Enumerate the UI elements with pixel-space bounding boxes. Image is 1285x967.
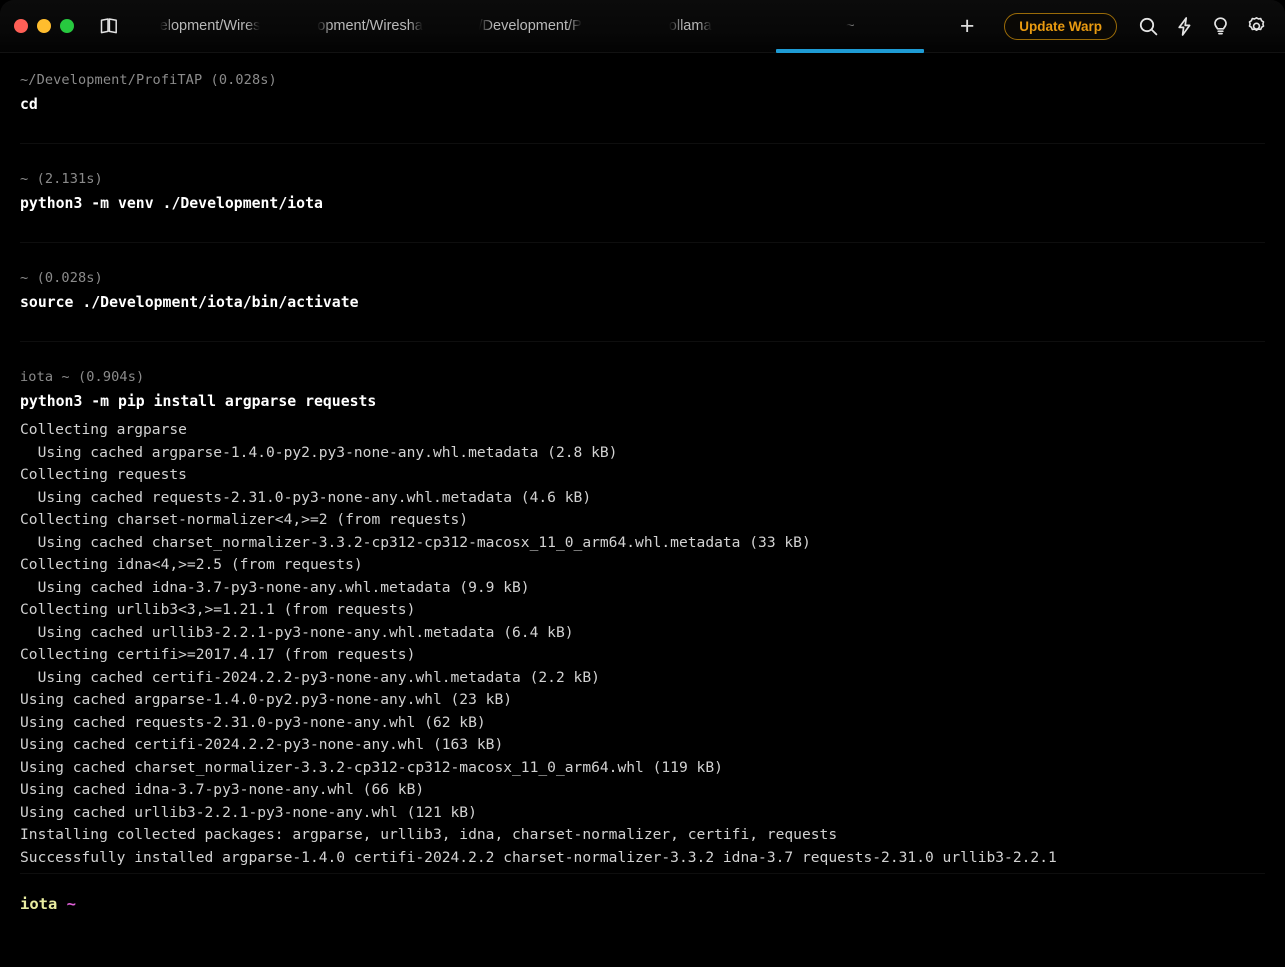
tab-label: ollama [669, 18, 712, 34]
output-line: Collecting certifi>=2017.4.17 (from requ… [20, 644, 1265, 667]
tab-item-0[interactable]: elopment/Wires [130, 0, 290, 53]
terminal-output-area[interactable]: ~/Development/ProfiTAP (0.028s) cd ~ (2.… [0, 53, 1285, 967]
output-line: Using cached certifi-2024.2.2-py3-none-a… [20, 734, 1265, 757]
block-command: cd [20, 91, 1265, 119]
block-spacer [20, 317, 1265, 341]
output-line: Collecting requests [20, 464, 1265, 487]
output-line: Successfully installed argparse-1.4.0 ce… [20, 847, 1265, 870]
output-line: Collecting charset-normalizer<4,>=2 (fro… [20, 509, 1265, 532]
tab-item-4-active[interactable]: ~ [770, 0, 930, 53]
command-block-3[interactable]: iota ~ (0.904s) python3 -m pip install a… [20, 341, 1265, 873]
block-spacer [20, 342, 1265, 366]
maximize-window-button[interactable] [60, 19, 74, 33]
output-line: Using cached requests-2.31.0-py3-none-an… [20, 712, 1265, 735]
window-controls [0, 19, 84, 33]
update-warp-button[interactable]: Update Warp [1004, 13, 1117, 40]
lightning-icon [1174, 16, 1195, 37]
output-line: Using cached idna-3.7-py3-none-any.whl (… [20, 779, 1265, 802]
block-prompt-header: ~ (0.028s) [20, 267, 1265, 289]
output-line: Installing collected packages: argparse,… [20, 824, 1265, 847]
search-button[interactable] [1131, 9, 1165, 43]
block-output: Collecting argparse Using cached argpars… [20, 416, 1265, 873]
output-line: Collecting idna<4,>=2.5 (from requests) [20, 554, 1265, 577]
tips-button[interactable] [1203, 9, 1237, 43]
block-spacer [20, 119, 1265, 143]
block-command: source ./Development/iota/bin/activate [20, 289, 1265, 317]
block-prompt-header: ~ (2.131s) [20, 168, 1265, 190]
active-prompt-block[interactable]: iota ~ [20, 873, 1265, 916]
workflows-button[interactable] [1167, 9, 1201, 43]
tab-list: elopment/Wires opment/Wiresha /Developme… [130, 0, 1004, 53]
sidebar-toggle-button[interactable] [92, 11, 126, 41]
command-block-0[interactable]: ~/Development/ProfiTAP (0.028s) cd [20, 69, 1265, 143]
output-line: Using cached urllib3-2.2.1-py3-none-any.… [20, 802, 1265, 825]
block-prompt-header: iota ~ (0.904s) [20, 366, 1265, 388]
prompt-path: ~ [67, 895, 76, 913]
lightbulb-icon [1210, 16, 1231, 37]
tab-bar-actions: Update Warp [1004, 9, 1285, 43]
minimize-window-button[interactable] [37, 19, 51, 33]
prompt-space [57, 895, 66, 913]
block-command: python3 -m venv ./Development/iota [20, 190, 1265, 218]
block-command: python3 -m pip install argparse requests [20, 388, 1265, 416]
block-spacer [20, 144, 1265, 168]
block-spacer [20, 218, 1265, 242]
output-line: Using cached argparse-1.4.0-py2.py3-none… [20, 689, 1265, 712]
output-line: Using cached idna-3.7-py3-none-any.whl.m… [20, 577, 1265, 600]
block-spacer [20, 243, 1265, 267]
new-tab-button[interactable]: + [930, 0, 1004, 53]
search-icon [1138, 16, 1159, 37]
close-window-button[interactable] [14, 19, 28, 33]
prompt-env-name: iota [20, 895, 57, 913]
tab-bar: elopment/Wires opment/Wiresha /Developme… [0, 0, 1285, 53]
output-line: Collecting urllib3<3,>=1.21.1 (from requ… [20, 599, 1265, 622]
output-line: Using cached charset_normalizer-3.3.2-cp… [20, 757, 1265, 780]
panel-toggle-icon [99, 17, 119, 35]
tab-item-3[interactable]: ollama [610, 0, 770, 53]
block-prompt-header: ~/Development/ProfiTAP (0.028s) [20, 69, 1265, 91]
output-line: Using cached certifi-2024.2.2-py3-none-a… [20, 667, 1265, 690]
tab-label: elopment/Wires [160, 18, 261, 34]
current-prompt-line[interactable]: iota ~ [20, 874, 1265, 916]
tab-item-2[interactable]: /Development/P [450, 0, 610, 53]
gear-icon [1246, 16, 1267, 37]
output-line: Using cached urllib3-2.2.1-py3-none-any.… [20, 622, 1265, 645]
output-line: Using cached argparse-1.4.0-py2.py3-none… [20, 442, 1265, 465]
output-line: Collecting argparse [20, 419, 1265, 442]
tab-label: opment/Wiresha [317, 18, 423, 34]
command-block-1[interactable]: ~ (2.131s) python3 -m venv ./Development… [20, 143, 1265, 242]
command-block-2[interactable]: ~ (0.028s) source ./Development/iota/bin… [20, 242, 1265, 341]
tab-item-1[interactable]: opment/Wiresha [290, 0, 450, 53]
tab-label: /Development/P [479, 18, 582, 34]
settings-button[interactable] [1239, 9, 1273, 43]
plus-icon: + [960, 14, 975, 39]
warp-terminal-window: elopment/Wires opment/Wiresha /Developme… [0, 0, 1285, 967]
tab-label: ~ [846, 18, 854, 34]
output-line: Using cached requests-2.31.0-py3-none-an… [20, 487, 1265, 510]
output-line: Using cached charset_normalizer-3.3.2-cp… [20, 532, 1265, 555]
